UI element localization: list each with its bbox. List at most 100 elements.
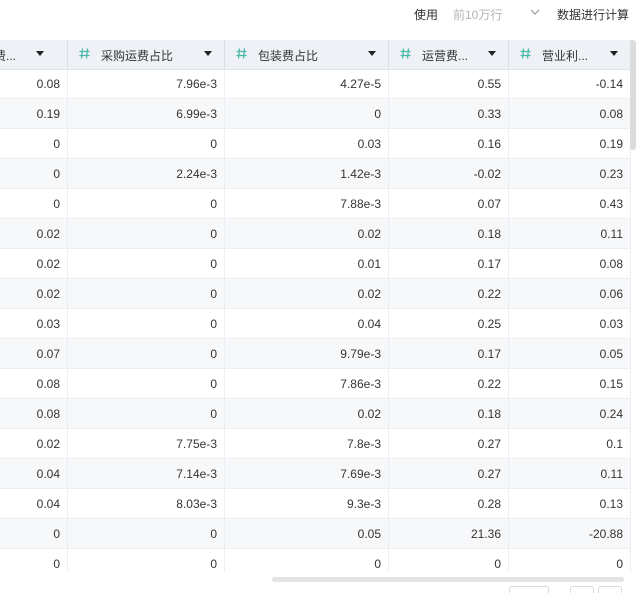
caret-down-icon[interactable] xyxy=(610,51,618,56)
table-cell[interactable]: 0.16 xyxy=(389,129,509,159)
table-cell[interactable]: 0.08 xyxy=(0,369,68,399)
table-cell[interactable]: 0.02 xyxy=(0,279,68,309)
table-cell[interactable]: 0.22 xyxy=(389,369,509,399)
table-cell[interactable]: 0.17 xyxy=(389,339,509,369)
table-cell[interactable]: 0.05 xyxy=(509,339,631,369)
column-header[interactable]: 营业利... xyxy=(509,40,631,69)
table-cell[interactable]: 7.14e-3 xyxy=(68,459,225,489)
table-cell[interactable]: 0.1 xyxy=(509,429,631,459)
column-header[interactable]: 广费... xyxy=(0,40,68,69)
table-cell[interactable]: 0.55 xyxy=(389,69,509,99)
table-row[interactable]: 0.19 6.99e-3 0 0.33 0.08 xyxy=(0,99,631,129)
table-cell[interactable]: 0.02 xyxy=(0,429,68,459)
table-cell[interactable]: 0 xyxy=(0,159,68,189)
table-cell[interactable]: 0.07 xyxy=(389,189,509,219)
table-cell[interactable]: 0.06 xyxy=(509,279,631,309)
table-row[interactable]: 0 0 0.03 0.16 0.19 xyxy=(0,129,631,159)
table-row[interactable]: 0.08 0 0.02 0.18 0.24 xyxy=(0,399,631,429)
table-cell[interactable]: 0 xyxy=(0,129,68,159)
table-cell[interactable]: 21.36 xyxy=(389,519,509,549)
table-row[interactable]: 0.02 0 0.02 0.18 0.11 xyxy=(0,219,631,249)
table-cell[interactable]: 0.03 xyxy=(0,309,68,339)
table-row[interactable]: 0.07 0 9.79e-3 0.17 0.05 xyxy=(0,339,631,369)
table-cell[interactable]: 0 xyxy=(68,369,225,399)
table-cell[interactable]: 0.03 xyxy=(225,129,389,159)
table-cell[interactable]: 0.33 xyxy=(389,99,509,129)
table-cell[interactable]: 7.69e-3 xyxy=(225,459,389,489)
table-cell[interactable]: 6.99e-3 xyxy=(68,99,225,129)
table-cell[interactable]: 0.18 xyxy=(389,399,509,429)
table-cell[interactable]: 0.02 xyxy=(225,219,389,249)
table-cell[interactable]: 0.19 xyxy=(509,129,631,159)
column-header[interactable]: 运营费... xyxy=(389,40,509,69)
table-cell[interactable]: 0 xyxy=(225,99,389,129)
table-cell[interactable]: 0.04 xyxy=(225,309,389,339)
table-cell[interactable]: 0.05 xyxy=(225,519,389,549)
table-cell[interactable]: 0.01 xyxy=(225,249,389,279)
table-cell[interactable]: -0.14 xyxy=(509,69,631,99)
table-cell[interactable]: 9.3e-3 xyxy=(225,489,389,519)
table-cell[interactable]: 0 xyxy=(68,219,225,249)
table-row[interactable]: 0.04 7.14e-3 7.69e-3 0.27 0.11 xyxy=(0,459,631,489)
table-cell[interactable]: 0.22 xyxy=(389,279,509,309)
table-cell[interactable]: 0.25 xyxy=(389,309,509,339)
table-row[interactable]: 0 0 7.88e-3 0.07 0.43 xyxy=(0,189,631,219)
caret-down-icon[interactable] xyxy=(488,51,496,56)
table-cell[interactable]: 8.03e-3 xyxy=(68,489,225,519)
table-cell[interactable]: 0.04 xyxy=(0,459,68,489)
table-cell[interactable]: 0.04 xyxy=(0,489,68,519)
table-cell[interactable]: 7.75e-3 xyxy=(68,429,225,459)
table-row[interactable]: 0.04 8.03e-3 9.3e-3 0.28 0.13 xyxy=(0,489,631,519)
table-cell[interactable]: 0 xyxy=(68,549,225,572)
table-cell[interactable]: 0 xyxy=(0,189,68,219)
table-cell[interactable]: 0.27 xyxy=(389,459,509,489)
table-row[interactable]: 00000 xyxy=(0,549,631,572)
table-cell[interactable]: 0 xyxy=(225,549,389,572)
table-cell[interactable]: 0.08 xyxy=(0,399,68,429)
caret-down-icon[interactable] xyxy=(204,51,212,56)
table-cell[interactable]: 0.11 xyxy=(509,459,631,489)
sample-rows-select[interactable]: 前10万行 xyxy=(447,2,547,24)
table-row[interactable]: 0.03 0 0.04 0.25 0.03 xyxy=(0,309,631,339)
table-cell[interactable]: 0 xyxy=(68,129,225,159)
table-cell[interactable]: 7.86e-3 xyxy=(225,369,389,399)
table-cell[interactable]: 0.11 xyxy=(509,219,631,249)
table-cell[interactable]: 4.27e-5 xyxy=(225,69,389,99)
table-cell[interactable]: 0.15 xyxy=(509,369,631,399)
table-cell[interactable]: 0 xyxy=(0,549,68,572)
table-cell[interactable]: 0.18 xyxy=(389,219,509,249)
table-row[interactable]: 0.02 0 0.02 0.22 0.06 xyxy=(0,279,631,309)
table-cell[interactable]: 0.24 xyxy=(509,399,631,429)
table-cell[interactable]: 0.02 xyxy=(225,279,389,309)
table-cell[interactable]: 0.23 xyxy=(509,159,631,189)
table-row[interactable]: 0.08 7.96e-3 4.27e-5 0.55 -0.14 xyxy=(0,69,631,99)
column-header[interactable]: 采购运费占比 xyxy=(68,40,225,69)
table-cell[interactable]: 1.42e-3 xyxy=(225,159,389,189)
table-cell[interactable]: 0 xyxy=(389,549,509,572)
table-row[interactable]: 0.02 7.75e-3 7.8e-3 0.27 0.1 xyxy=(0,429,631,459)
table-cell[interactable]: 0 xyxy=(509,549,631,572)
table-cell[interactable]: 0 xyxy=(68,399,225,429)
table-cell[interactable]: 0.02 xyxy=(225,399,389,429)
table-cell[interactable]: 0.02 xyxy=(0,249,68,279)
table-row[interactable]: 0 0 0.05 21.36 -20.88 xyxy=(0,519,631,549)
vertical-scrollbar[interactable] xyxy=(630,40,636,150)
table-cell[interactable]: 0 xyxy=(68,309,225,339)
table-cell[interactable]: 2.24e-3 xyxy=(68,159,225,189)
table-cell[interactable]: 0.02 xyxy=(0,219,68,249)
table-cell[interactable]: 0.19 xyxy=(0,99,68,129)
table-row[interactable]: 0 2.24e-3 1.42e-3 -0.02 0.23 xyxy=(0,159,631,189)
table-cell[interactable]: 9.79e-3 xyxy=(225,339,389,369)
table-cell[interactable]: 0.28 xyxy=(389,489,509,519)
table-row[interactable]: 0.08 0 7.86e-3 0.22 0.15 xyxy=(0,369,631,399)
table-cell[interactable]: 0 xyxy=(0,519,68,549)
table-cell[interactable]: 0.43 xyxy=(509,189,631,219)
table-cell[interactable]: 0 xyxy=(68,519,225,549)
table-cell[interactable]: 7.88e-3 xyxy=(225,189,389,219)
table-cell[interactable]: 0 xyxy=(68,249,225,279)
table-cell[interactable]: 0.03 xyxy=(509,309,631,339)
table-cell[interactable]: 0.08 xyxy=(0,69,68,99)
table-cell[interactable]: 0.17 xyxy=(389,249,509,279)
table-cell[interactable]: 0.07 xyxy=(0,339,68,369)
horizontal-scrollbar[interactable] xyxy=(272,577,624,582)
